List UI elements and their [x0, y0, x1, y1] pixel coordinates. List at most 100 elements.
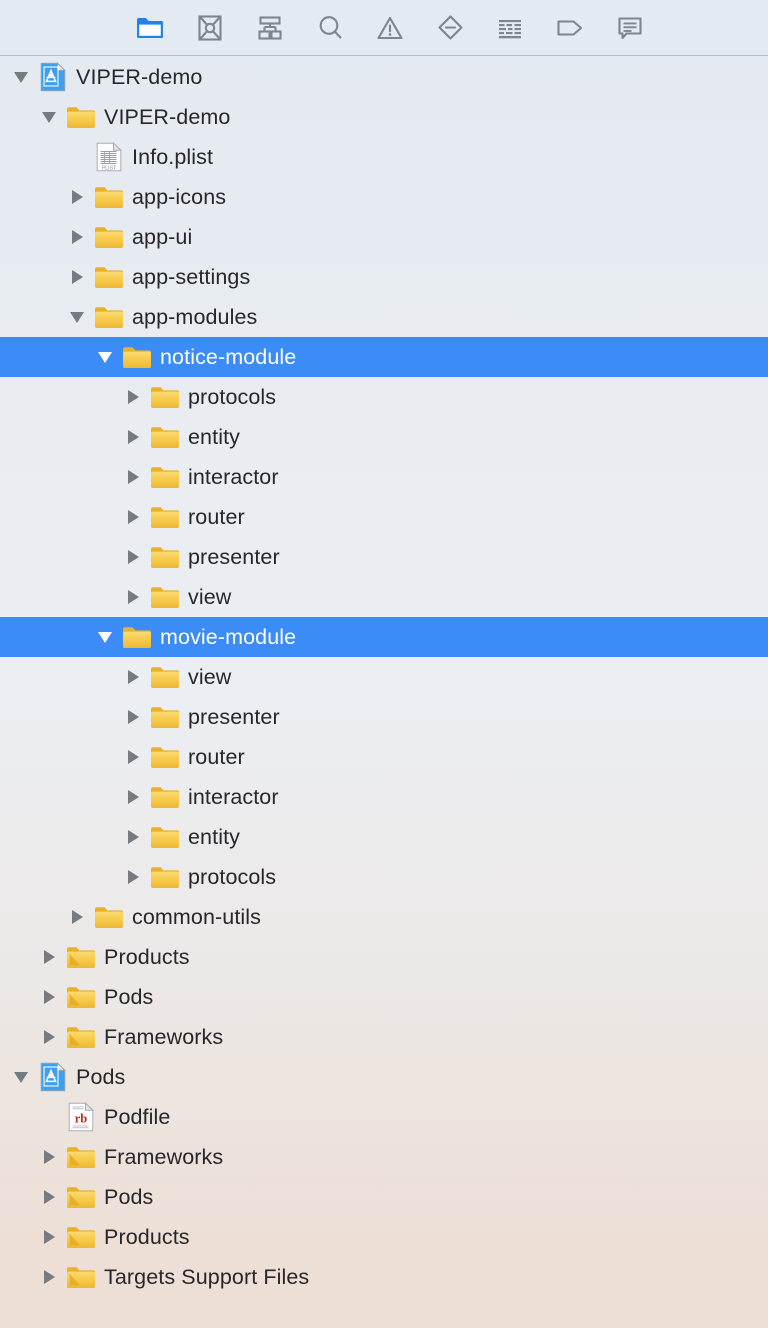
- disclosure-triangle-closed-icon[interactable]: [38, 1257, 60, 1297]
- tree-row[interactable]: Products: [0, 937, 768, 977]
- disclosure-triangle-closed-icon[interactable]: [122, 697, 144, 737]
- tree-row[interactable]: router: [0, 497, 768, 537]
- disclosure-triangle-closed-icon[interactable]: [66, 257, 88, 297]
- tree-row[interactable]: movie-module: [0, 617, 768, 657]
- disclosure-triangle-closed-icon[interactable]: [38, 1177, 60, 1217]
- folder-icon: [150, 422, 180, 452]
- folder-icon: [136, 15, 164, 41]
- issue-navigator-button[interactable]: [360, 6, 420, 50]
- folder-icon: [150, 462, 180, 492]
- disclosure-triangle-closed-icon[interactable]: [122, 857, 144, 897]
- tree-row[interactable]: view: [0, 577, 768, 617]
- tree-row[interactable]: Frameworks: [0, 1137, 768, 1177]
- tree-row[interactable]: Pods: [0, 1057, 768, 1097]
- tree-row[interactable]: app-settings: [0, 257, 768, 297]
- test-navigator-button[interactable]: [420, 6, 480, 50]
- folder-icon: [94, 262, 124, 292]
- disclosure-triangle-closed-icon[interactable]: [122, 377, 144, 417]
- xcode-project-icon: [38, 62, 68, 92]
- tree-row[interactable]: Frameworks: [0, 1017, 768, 1057]
- tree-row[interactable]: notice-module: [0, 337, 768, 377]
- tree-row-label: Products: [104, 1225, 190, 1249]
- tree-row-label: app-ui: [132, 225, 192, 249]
- disclosure-triangle-closed-icon[interactable]: [122, 577, 144, 617]
- folder-icon: [150, 742, 180, 772]
- tree-row[interactable]: presenter: [0, 537, 768, 577]
- folder-icon: [122, 622, 152, 652]
- disclosure-triangle-closed-icon[interactable]: [122, 497, 144, 537]
- tree-row[interactable]: entity: [0, 417, 768, 457]
- tree-row[interactable]: Pods: [0, 977, 768, 1017]
- disclosure-triangle-closed-icon[interactable]: [38, 1217, 60, 1257]
- tree-row[interactable]: Pods: [0, 1177, 768, 1217]
- tree-row[interactable]: app-ui: [0, 217, 768, 257]
- source-control-navigator-button[interactable]: [180, 6, 240, 50]
- folder-icon: [150, 662, 180, 692]
- debug-lines-icon: [496, 15, 524, 41]
- tree-row[interactable]: Products: [0, 1217, 768, 1257]
- disclosure-triangle-closed-icon[interactable]: [66, 217, 88, 257]
- disclosure-triangle-open-icon[interactable]: [38, 97, 60, 137]
- find-navigator-button[interactable]: [300, 6, 360, 50]
- group-folder-icon: [66, 1142, 96, 1172]
- tree-row[interactable]: protocols: [0, 377, 768, 417]
- disclosure-triangle-closed-icon[interactable]: [38, 977, 60, 1017]
- disclosure-triangle-closed-icon[interactable]: [122, 457, 144, 497]
- tree-row[interactable]: entity: [0, 817, 768, 857]
- tree-row-label: entity: [188, 825, 240, 849]
- folder-icon: [150, 862, 180, 892]
- tree-row[interactable]: app-modules: [0, 297, 768, 337]
- disclosure-triangle-closed-icon[interactable]: [38, 1137, 60, 1177]
- disclosure-triangle-closed-icon[interactable]: [66, 177, 88, 217]
- disclosure-triangle-closed-icon[interactable]: [122, 777, 144, 817]
- breakpoint-navigator-button[interactable]: [540, 6, 600, 50]
- tree-row[interactable]: view: [0, 657, 768, 697]
- tree-row[interactable]: common-utils: [0, 897, 768, 937]
- tree-row-label: Pods: [76, 1065, 125, 1089]
- tree-row[interactable]: VIPER-demo: [0, 97, 768, 137]
- disclosure-triangle-closed-icon[interactable]: [38, 937, 60, 977]
- folder-icon: [122, 342, 152, 372]
- hierarchy-icon: [256, 15, 284, 41]
- disclosure-triangle-closed-icon[interactable]: [122, 817, 144, 857]
- group-folder-icon: [66, 1022, 96, 1052]
- tree-row[interactable]: PLISTInfo.plist: [0, 137, 768, 177]
- plist-file-icon: PLIST: [94, 142, 124, 172]
- tree-row[interactable]: app-icons: [0, 177, 768, 217]
- debug-navigator-button[interactable]: [480, 6, 540, 50]
- tree-row[interactable]: interactor: [0, 457, 768, 497]
- disclosure-triangle-open-icon[interactable]: [10, 1057, 32, 1097]
- tree-row[interactable]: protocols: [0, 857, 768, 897]
- disclosure-triangle-open-icon[interactable]: [94, 337, 116, 377]
- disclosure-triangle-closed-icon[interactable]: [122, 737, 144, 777]
- tree-row[interactable]: interactor: [0, 777, 768, 817]
- folder-icon: [150, 582, 180, 612]
- disclosure-triangle-closed-icon[interactable]: [122, 417, 144, 457]
- folder-icon: [94, 222, 124, 252]
- symbol-navigator-button[interactable]: [240, 6, 300, 50]
- tree-row-label: protocols: [188, 865, 276, 889]
- group-folder-icon: [66, 942, 96, 972]
- disclosure-triangle-closed-icon[interactable]: [38, 1017, 60, 1057]
- tree-row[interactable]: rbPodfile: [0, 1097, 768, 1137]
- tree-row[interactable]: Targets Support Files: [0, 1257, 768, 1297]
- folder-icon: [150, 502, 180, 532]
- disclosure-triangle-closed-icon[interactable]: [66, 897, 88, 937]
- tree-row-label: app-modules: [132, 305, 257, 329]
- project-file-tree[interactable]: VIPER-demoVIPER-demoPLISTInfo.plistapp-i…: [0, 57, 768, 1297]
- folder-icon: [150, 382, 180, 412]
- tree-row-label: Pods: [104, 985, 153, 1009]
- tree-row[interactable]: presenter: [0, 697, 768, 737]
- disclosure-triangle-open-icon[interactable]: [94, 617, 116, 657]
- folder-icon: [94, 302, 124, 332]
- project-navigator-button[interactable]: [120, 6, 180, 50]
- disclosure-triangle-open-icon[interactable]: [10, 57, 32, 97]
- disclosure-triangle-closed-icon[interactable]: [122, 537, 144, 577]
- tree-row[interactable]: router: [0, 737, 768, 777]
- disclosure-triangle-closed-icon[interactable]: [122, 657, 144, 697]
- disclosure-triangle-open-icon[interactable]: [66, 297, 88, 337]
- tree-row-label: interactor: [188, 465, 279, 489]
- folder-icon: [150, 782, 180, 812]
- report-navigator-button[interactable]: [600, 6, 660, 50]
- tree-row[interactable]: VIPER-demo: [0, 57, 768, 97]
